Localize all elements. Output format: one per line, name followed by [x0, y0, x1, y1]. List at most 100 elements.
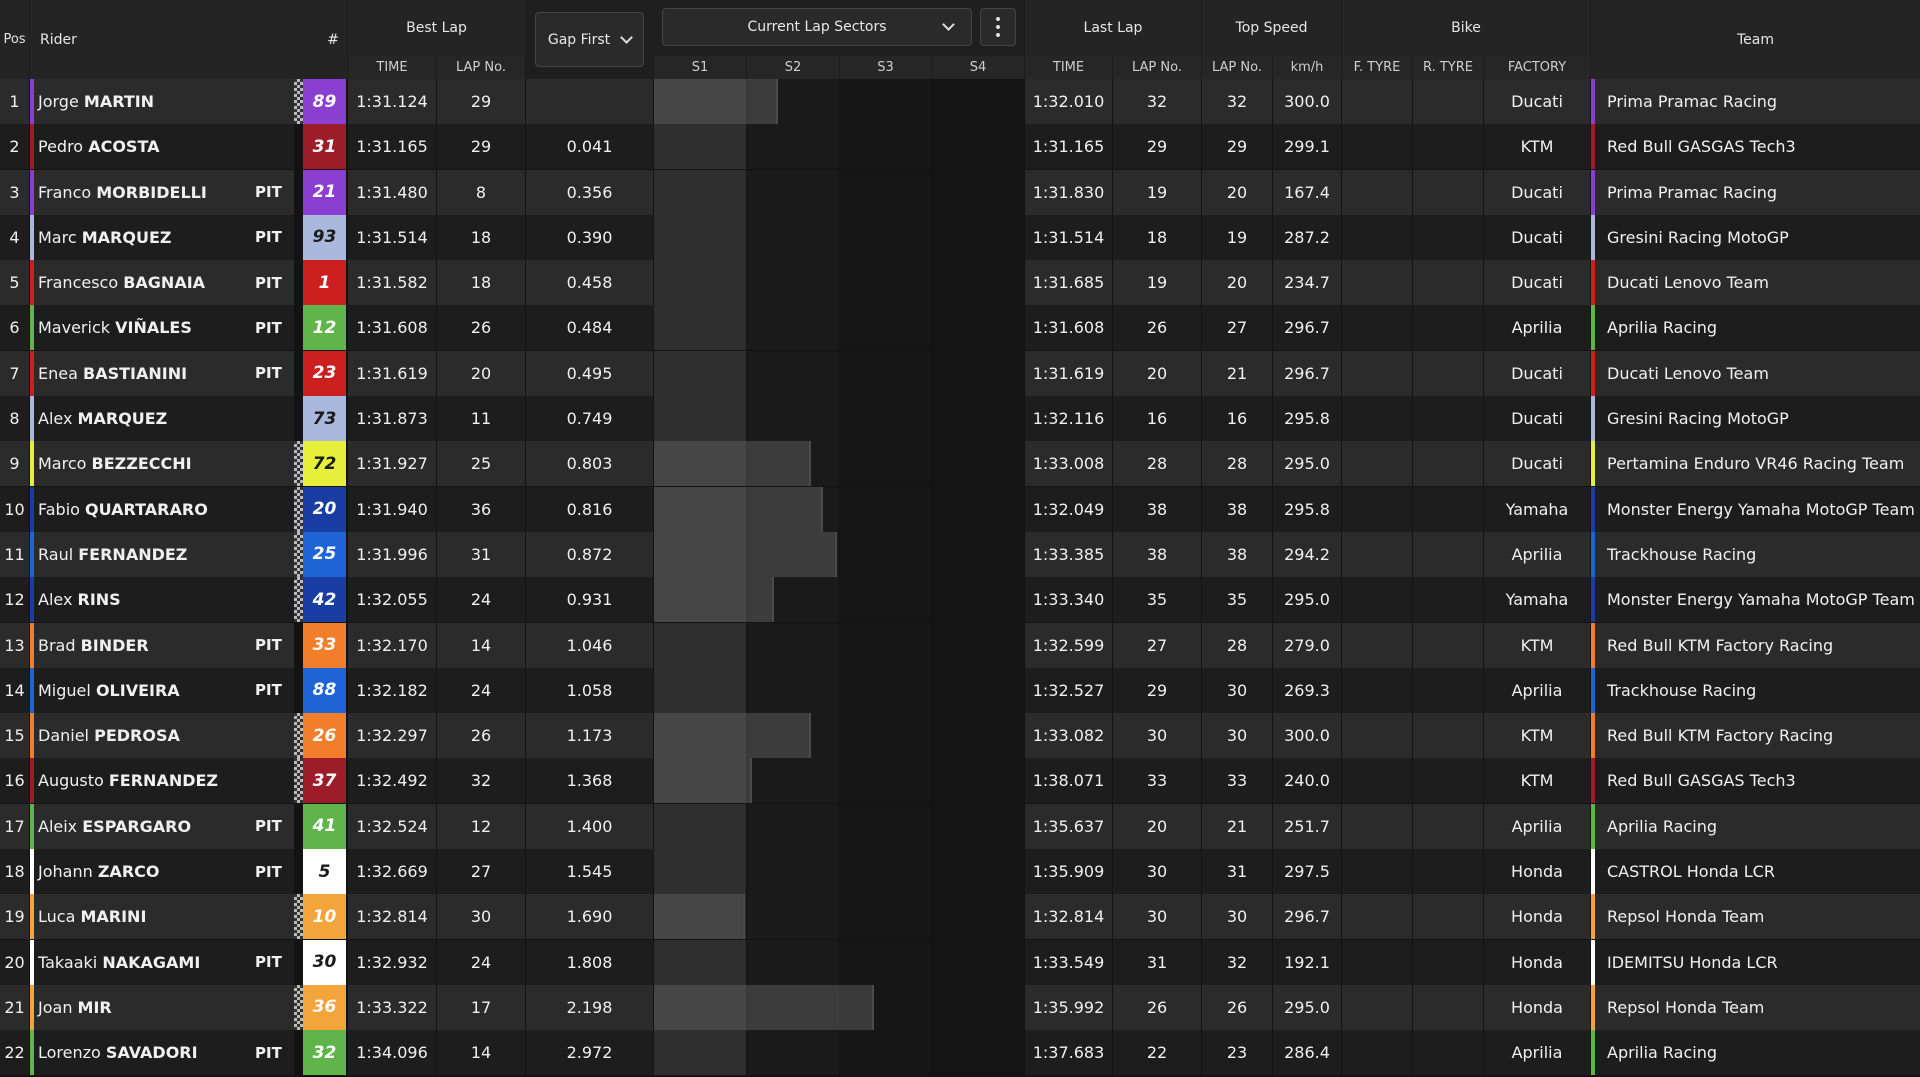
sector-3-cell: [840, 577, 931, 623]
team-cell[interactable]: Trackhouse Racing: [1591, 667, 1920, 713]
live-timing-board: Pos Rider # Best Lap TIME LAP No. Gap Fi…: [0, 0, 1920, 1077]
table-row[interactable]: 16 Augusto FERNANDEZ 37 1:32.492 32 1.36…: [0, 758, 1920, 804]
team-cell[interactable]: Repsol Honda Team: [1591, 894, 1920, 940]
table-row[interactable]: 6 Maverick VIÑALES PIT 12 1:31.608 26 0.…: [0, 305, 1920, 351]
table-row[interactable]: 21 Joan MIR 36 1:33.322 17 2.198 1:35.99…: [0, 984, 1920, 1030]
team-color-bar: [1591, 1030, 1595, 1076]
s1-header[interactable]: S1: [654, 56, 746, 79]
rider-number-badge: 26: [303, 713, 346, 759]
last-lap-no-header[interactable]: LAP No.: [1113, 56, 1201, 79]
number-header[interactable]: #: [275, 0, 347, 79]
rider-name-cell[interactable]: Luca MARINI: [30, 894, 294, 940]
rider-name-cell[interactable]: Alex RINS: [30, 577, 294, 623]
rider-name-cell[interactable]: Jorge MARTIN: [30, 79, 294, 124]
table-row[interactable]: 11 Raul FERNANDEZ 25 1:31.996 31 0.872 1…: [0, 531, 1920, 577]
team-cell[interactable]: Repsol Honda Team: [1591, 984, 1920, 1030]
factory-header[interactable]: FACTORY: [1484, 56, 1590, 79]
rider-number-badge: 72: [303, 441, 346, 487]
team-cell[interactable]: Prima Pramac Racing: [1591, 79, 1920, 124]
last-lap-time-cell: 1:32.010: [1025, 79, 1112, 124]
table-row[interactable]: 17 Aleix ESPARGARO PIT 41 1:32.524 12 1.…: [0, 803, 1920, 849]
table-row[interactable]: 19 Luca MARINI 10 1:32.814 30 1.690 1:32…: [0, 894, 1920, 940]
team-cell[interactable]: Gresini Racing MotoGP: [1591, 214, 1920, 260]
team-cell[interactable]: Ducati Lenovo Team: [1591, 350, 1920, 396]
team-cell[interactable]: IDEMITSU Honda LCR: [1591, 939, 1920, 985]
team-cell[interactable]: Gresini Racing MotoGP: [1591, 396, 1920, 442]
team-cell[interactable]: Aprilia Racing: [1591, 1030, 1920, 1076]
rider-name-cell[interactable]: Alex MARQUEZ: [30, 396, 294, 442]
team-cell[interactable]: Trackhouse Racing: [1591, 531, 1920, 577]
best-lap-time-cell: 1:31.165: [348, 124, 436, 170]
factory-cell: Ducati: [1484, 260, 1590, 306]
team-cell[interactable]: Red Bull KTM Factory Racing: [1591, 622, 1920, 668]
team-cell[interactable]: Red Bull GASGAS Tech3: [1591, 124, 1920, 170]
gap-first-dropdown[interactable]: Gap First: [535, 12, 644, 67]
front-tyre-header[interactable]: F. TYRE: [1342, 56, 1412, 79]
rider-last-name: BINDER: [80, 635, 149, 655]
best-lap-no-header[interactable]: LAP No.: [437, 56, 525, 79]
table-row[interactable]: 4 Marc MARQUEZ PIT 93 1:31.514 18 0.390 …: [0, 214, 1920, 260]
sector-4-cell: [932, 577, 1024, 623]
top-speed-kmh-cell: 295.0: [1273, 984, 1341, 1030]
rear-tyre-header[interactable]: R. TYRE: [1413, 56, 1483, 79]
table-row[interactable]: 2 Pedro ACOSTA 31 1:31.165 29 0.041 1:31…: [0, 124, 1920, 170]
table-row[interactable]: 14 Miguel OLIVEIRA PIT 88 1:32.182 24 1.…: [0, 667, 1920, 713]
rider-number-badge: 36: [303, 984, 346, 1030]
rider-name-cell[interactable]: Marco BEZZECCHI: [30, 441, 294, 487]
table-row[interactable]: 13 Brad BINDER PIT 33 1:32.170 14 1.046 …: [0, 622, 1920, 668]
table-row[interactable]: 15 Daniel PEDROSA 26 1:32.297 26 1.173 1…: [0, 713, 1920, 759]
top-speed-kmh-cell: 296.7: [1273, 305, 1341, 351]
rider-name-cell[interactable]: Fabio QUARTARARO: [30, 486, 294, 532]
sector-4-cell: [932, 260, 1024, 306]
team-cell[interactable]: CASTROL Honda LCR: [1591, 849, 1920, 895]
table-row[interactable]: 18 Johann ZARCO PIT 5 1:32.669 27 1.545 …: [0, 849, 1920, 895]
table-row[interactable]: 8 Alex MARQUEZ 73 1:31.873 11 0.749 1:32…: [0, 396, 1920, 442]
rider-name-cell[interactable]: Joan MIR: [30, 984, 294, 1030]
team-cell[interactable]: Aprilia Racing: [1591, 803, 1920, 849]
rider-name-cell[interactable]: Pedro ACOSTA: [30, 124, 294, 170]
team-cell[interactable]: Pertamina Enduro VR46 Racing Team: [1591, 441, 1920, 487]
team-color-bar: [1591, 984, 1595, 1030]
table-row[interactable]: 7 Enea BASTIANINI PIT 23 1:31.619 20 0.4…: [0, 350, 1920, 396]
rear-tyre-cell: [1413, 486, 1483, 532]
pos-header[interactable]: Pos: [0, 0, 29, 79]
s2-header[interactable]: S2: [747, 56, 839, 79]
team-color-bar: [1591, 531, 1595, 577]
s4-header[interactable]: S4: [932, 56, 1024, 79]
rider-name-cell[interactable]: Augusto FERNANDEZ: [30, 758, 294, 804]
bike-header: Bike: [1342, 0, 1590, 56]
last-lap-time-cell: 1:31.619: [1025, 350, 1112, 396]
team-cell[interactable]: Prima Pramac Racing: [1591, 169, 1920, 215]
team-cell[interactable]: Red Bull KTM Factory Racing: [1591, 713, 1920, 759]
more-options-icon[interactable]: [980, 8, 1016, 46]
team-cell[interactable]: Red Bull GASGAS Tech3: [1591, 758, 1920, 804]
factory-cell: Honda: [1484, 984, 1590, 1030]
table-row[interactable]: 1 Jorge MARTIN 89 1:31.124 29 1:32.010 3…: [0, 79, 1920, 124]
team-cell[interactable]: Monster Energy Yamaha MotoGP Team: [1591, 577, 1920, 623]
table-row[interactable]: 5 Francesco BAGNAIA PIT 1 1:31.582 18 0.…: [0, 260, 1920, 306]
top-speed-lap-no-header[interactable]: LAP No.: [1202, 56, 1272, 79]
table-row[interactable]: 12 Alex RINS 42 1:32.055 24 0.931 1:33.3…: [0, 577, 1920, 623]
rider-name-cell[interactable]: Daniel PEDROSA: [30, 713, 294, 759]
table-row[interactable]: 20 Takaaki NAKAGAMI PIT 30 1:32.932 24 1…: [0, 939, 1920, 985]
table-row[interactable]: 9 Marco BEZZECCHI 72 1:31.927 25 0.803 1…: [0, 441, 1920, 487]
last-lap-time-cell: 1:32.814: [1025, 894, 1112, 940]
last-lap-time-header[interactable]: TIME: [1025, 56, 1112, 79]
rider-header[interactable]: Rider: [30, 0, 275, 79]
best-lap-time-header[interactable]: TIME: [348, 56, 436, 79]
rider-name-cell[interactable]: Raul FERNANDEZ: [30, 531, 294, 577]
team-cell[interactable]: Ducati Lenovo Team: [1591, 260, 1920, 306]
top-speed-kmh-header[interactable]: km/h: [1273, 56, 1341, 79]
team-color-bar: [30, 169, 34, 215]
sector-4-cell: [932, 350, 1024, 396]
team-cell[interactable]: Aprilia Racing: [1591, 305, 1920, 351]
table-row[interactable]: 3 Franco MORBIDELLI PIT 21 1:31.480 8 0.…: [0, 169, 1920, 215]
current-lap-sectors-dropdown[interactable]: Current Lap Sectors: [662, 8, 972, 46]
sector-3-cell: [840, 441, 931, 487]
s3-header[interactable]: S3: [840, 56, 931, 79]
table-row[interactable]: 22 Lorenzo SAVADORI PIT 32 1:34.096 14 2…: [0, 1030, 1920, 1076]
table-row[interactable]: 10 Fabio QUARTARARO 20 1:31.940 36 0.816…: [0, 486, 1920, 532]
team-cell[interactable]: Monster Energy Yamaha MotoGP Team: [1591, 486, 1920, 532]
team-header[interactable]: Team: [1591, 0, 1920, 79]
sector-3-cell: [840, 214, 931, 260]
